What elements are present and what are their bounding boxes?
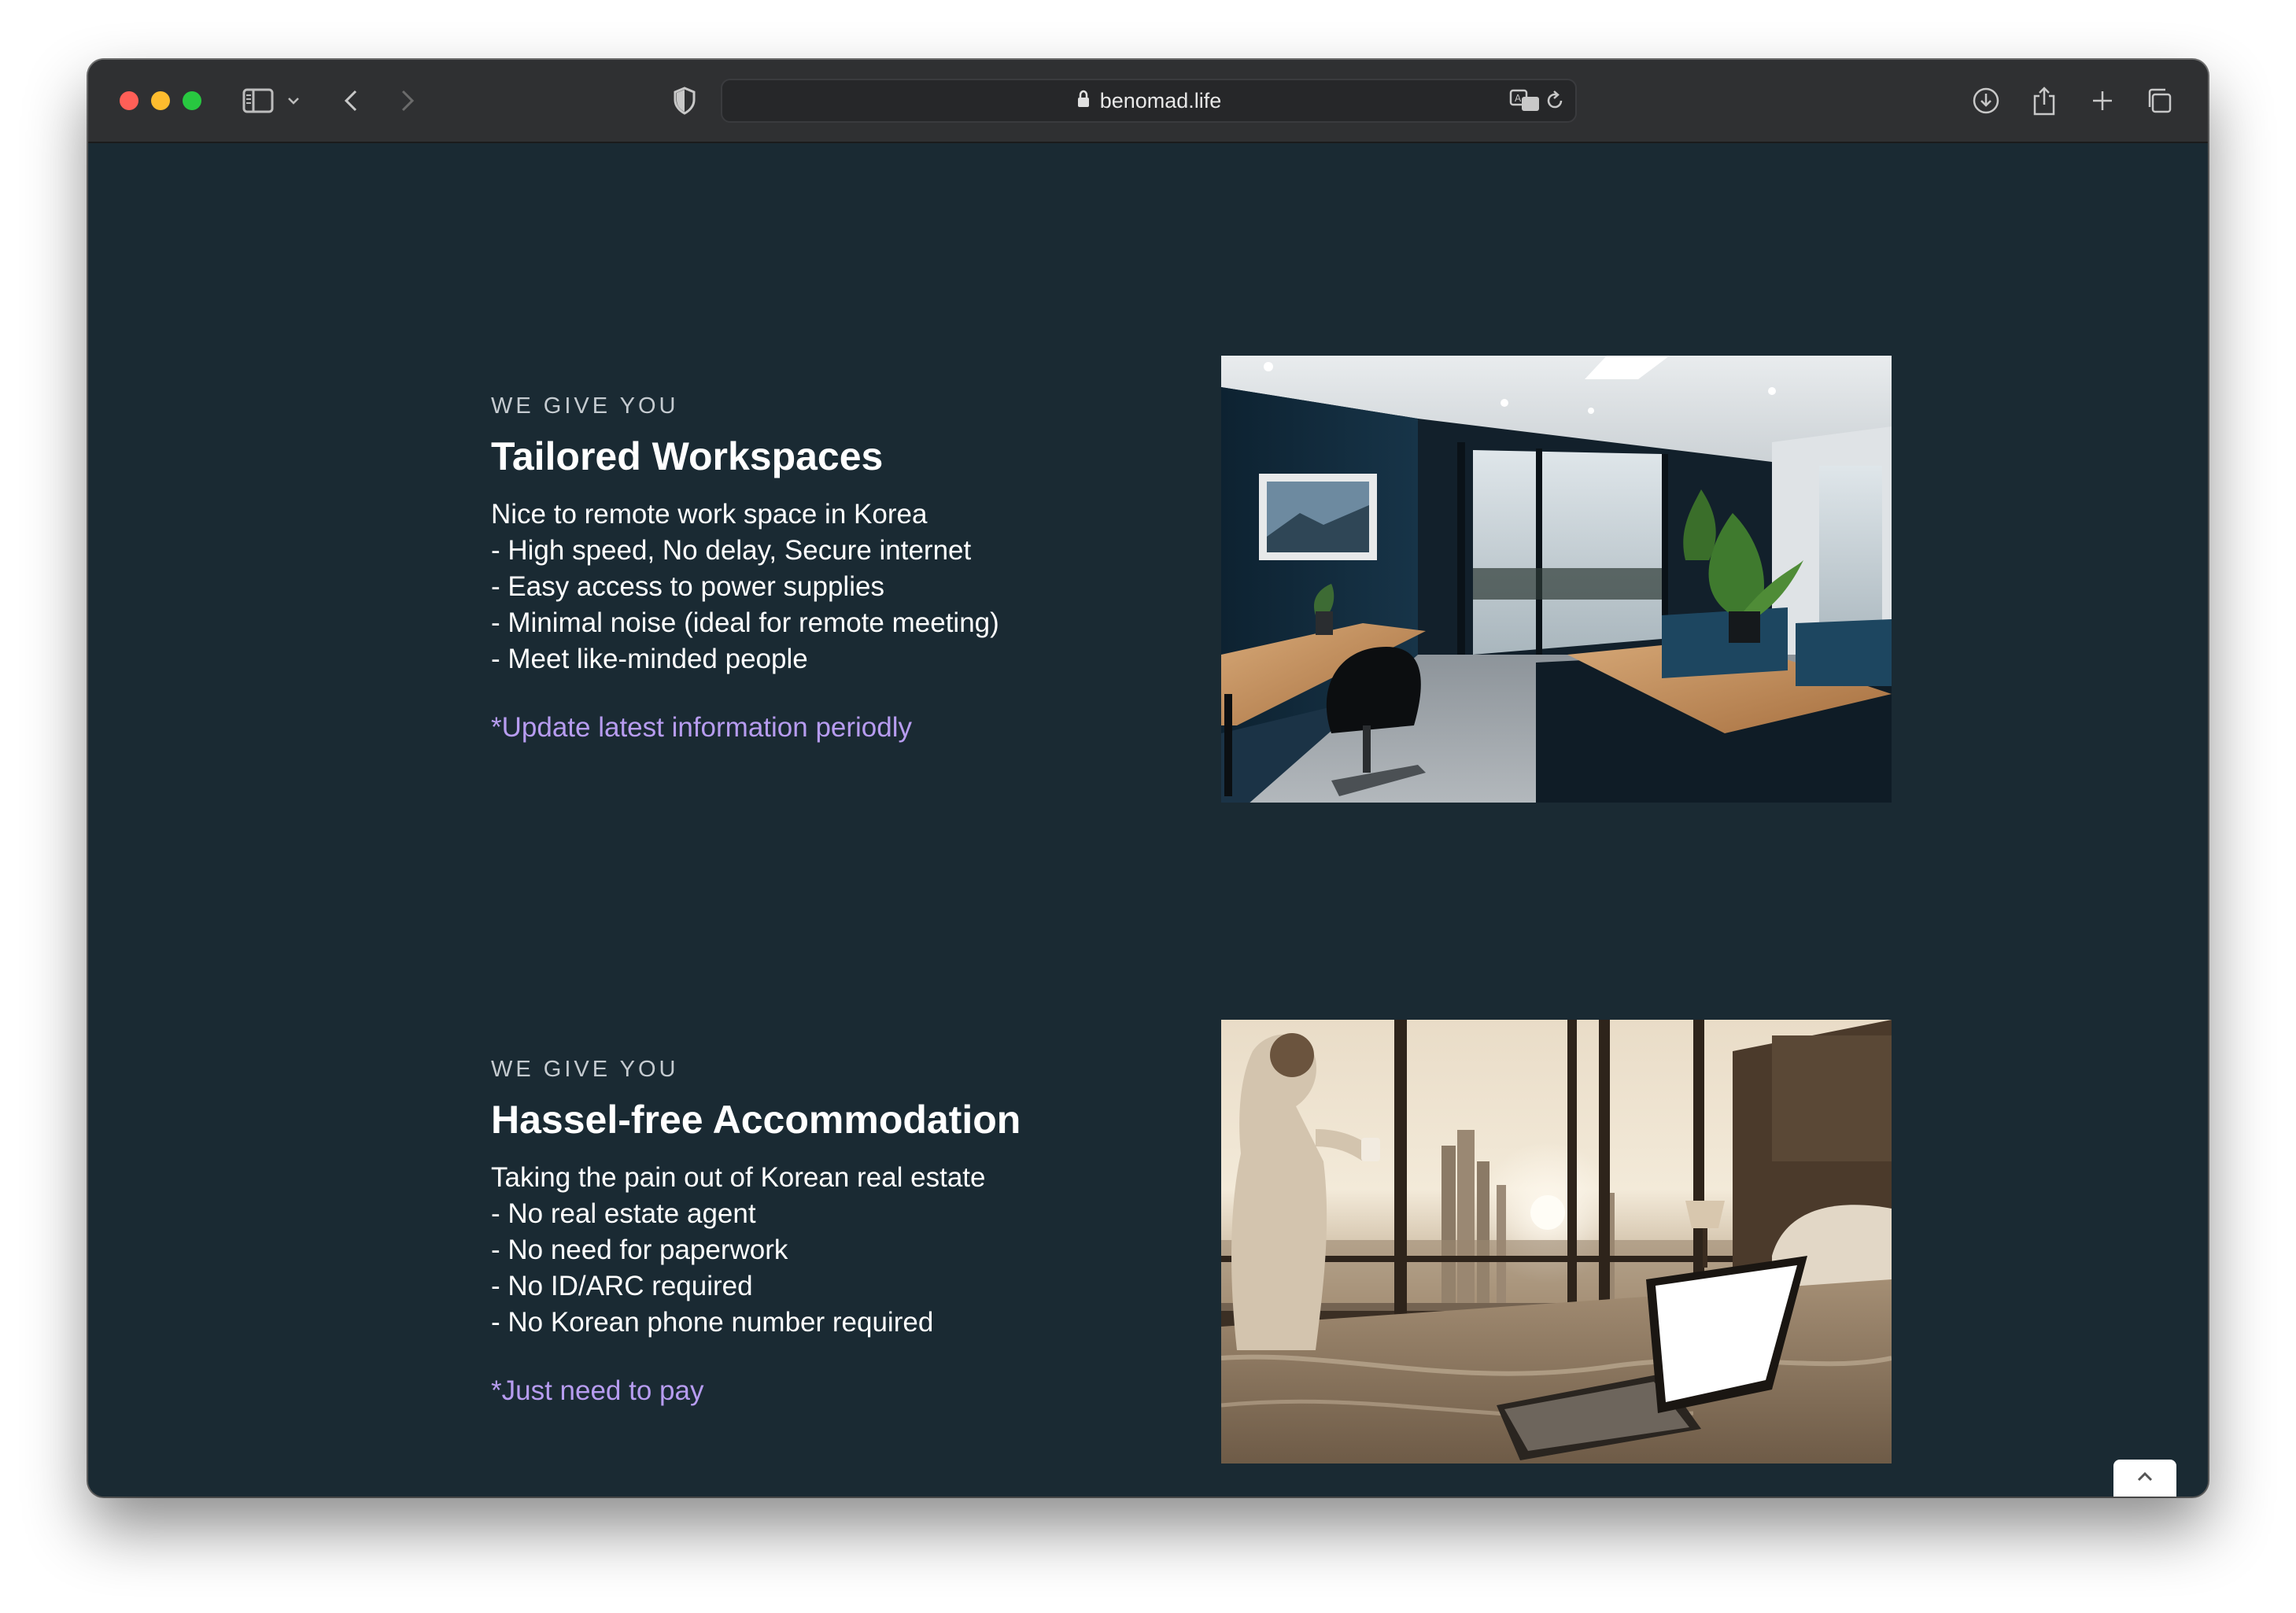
new-tab-icon[interactable] — [2087, 82, 2118, 120]
chevron-down-icon[interactable] — [285, 82, 302, 120]
forward-icon[interactable] — [397, 82, 419, 120]
description-line: - No need for paperwork — [491, 1235, 788, 1265]
translate-icon[interactable]: A — [1509, 88, 1541, 117]
description-line: - No ID/ARC required — [491, 1271, 753, 1301]
feature-workspaces: WE GIVE YOU Tailored Workspaces Nice to … — [491, 393, 999, 744]
zoom-window-button[interactable] — [183, 91, 201, 110]
sidebar-icon[interactable] — [241, 82, 275, 120]
office-photo — [1221, 356, 1892, 803]
lock-icon — [1076, 90, 1091, 113]
svg-text:A: A — [1515, 93, 1522, 104]
scroll-to-top-button[interactable] — [2113, 1460, 2176, 1497]
download-icon[interactable] — [1970, 82, 2002, 120]
chevron-up-icon — [2136, 1471, 2154, 1486]
address-bar[interactable]: benomad.life A — [721, 79, 1577, 123]
section-note: *Update latest information periodly — [491, 712, 913, 743]
section-title: Tailored Workspaces — [491, 434, 884, 478]
description-line: - Easy access to power supplies — [491, 571, 884, 602]
back-icon[interactable] — [340, 82, 362, 120]
page-content: WE GIVE YOU Tailored Workspaces Nice to … — [88, 143, 2208, 1497]
description-line: - Meet like-minded people — [491, 644, 808, 674]
close-window-button[interactable] — [120, 91, 138, 110]
description-line: - Minimal noise (ideal for remote meetin… — [491, 607, 999, 638]
section-note: *Just need to pay — [491, 1375, 704, 1406]
share-icon[interactable] — [2028, 82, 2060, 120]
description-line: Taking the pain out of Korean real estat… — [491, 1162, 986, 1193]
section-title: Hassel-free Accommodation — [491, 1098, 1021, 1142]
minimize-window-button[interactable] — [151, 91, 170, 110]
url-text: benomad.life — [1099, 88, 1222, 113]
section-description: Nice to remote work space in Korea - Hig… — [491, 496, 999, 677]
section-eyebrow: WE GIVE YOU — [491, 1057, 679, 1082]
description-line: Nice to remote work space in Korea — [491, 499, 928, 530]
section-eyebrow: WE GIVE YOU — [491, 393, 679, 419]
accommodation-photo — [1221, 1020, 1892, 1464]
browser-toolbar: benomad.life A — [88, 60, 2208, 143]
description-line: - No Korean phone number required — [491, 1307, 934, 1338]
description-line: - High speed, No delay, Secure internet — [491, 535, 972, 566]
browser-window: benomad.life A WE GIVE YOU Tailored Work… — [88, 60, 2208, 1497]
description-line: - No real estate agent — [491, 1198, 756, 1229]
shield-icon[interactable] — [670, 82, 699, 120]
reload-icon[interactable] — [1544, 90, 1566, 116]
feature-accommodation: WE GIVE YOU Hassel-free Accommodation Ta… — [491, 1057, 1021, 1407]
section-description: Taking the pain out of Korean real estat… — [491, 1160, 1021, 1341]
tab-overview-icon[interactable] — [2143, 82, 2175, 120]
